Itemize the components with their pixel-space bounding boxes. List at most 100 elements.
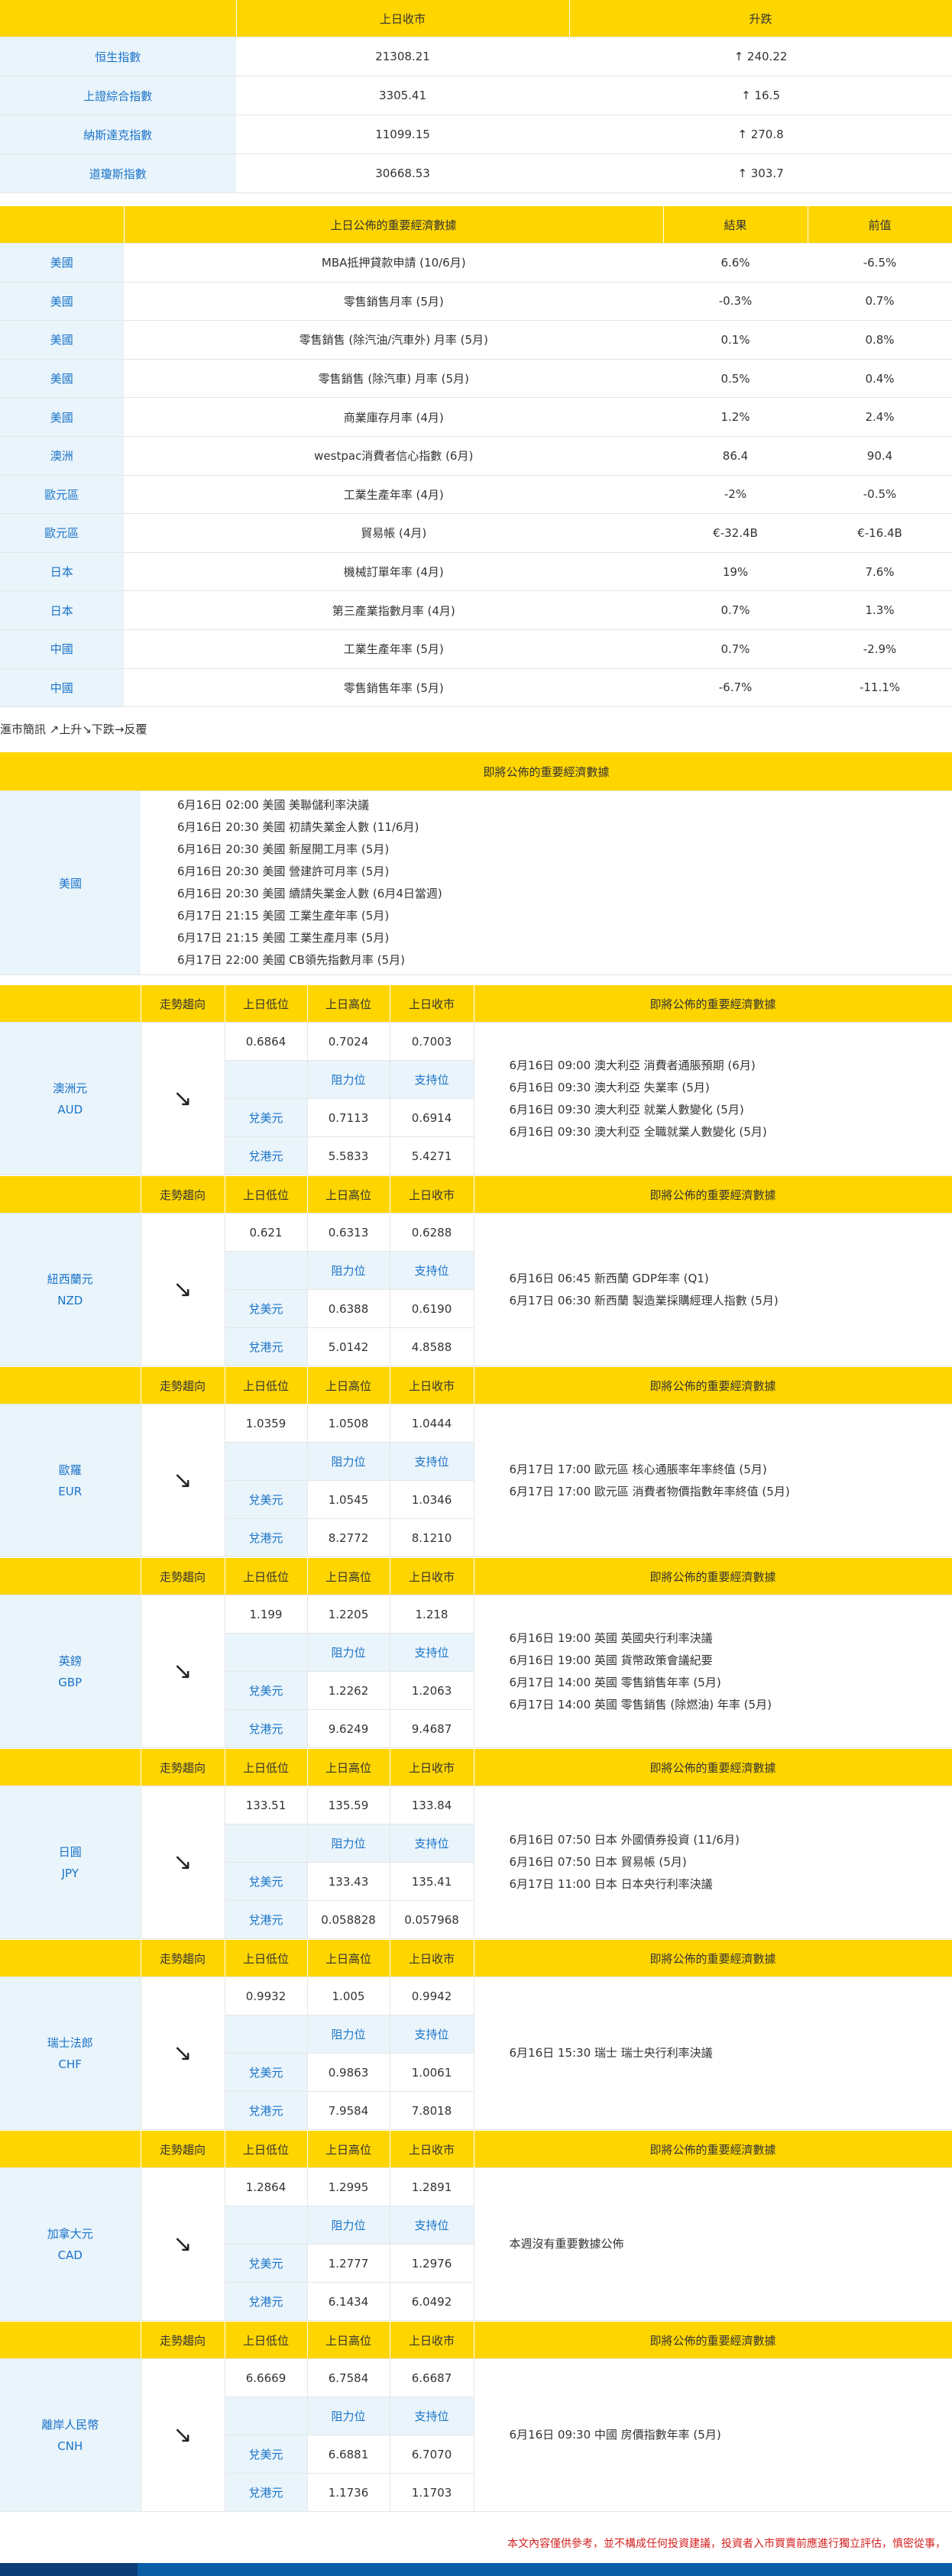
upcoming-us-events: 6月16日 02:00 美國 美聯儲利率決議 6月16日 20:30 美國 初請失… bbox=[141, 790, 952, 975]
currency-header-trend: 走勢趨向 bbox=[141, 1367, 225, 1404]
currency-name-cell[interactable]: 日圓 JPY bbox=[0, 1786, 141, 1939]
resistance-label: 阻力位 bbox=[307, 1442, 390, 1481]
hkd-support: 8.1210 bbox=[390, 1518, 474, 1557]
economic-region[interactable]: 美國 bbox=[0, 397, 125, 437]
hkd-resistance: 9.6249 bbox=[307, 1709, 390, 1748]
vs-usd-label: 兌美元 bbox=[225, 2435, 308, 2474]
currency-name-cell[interactable]: 離岸人民幣 CNH bbox=[0, 2358, 141, 2512]
currency-high: 6.7584 bbox=[307, 2358, 390, 2397]
hkd-resistance: 1.1736 bbox=[307, 2473, 390, 2512]
currency-event: 6月17日 14:00 英國 零售銷售 (除燃油) 年率 (5月) bbox=[509, 1697, 772, 1711]
support-label: 支持位 bbox=[390, 2015, 474, 2054]
currency-name-cell[interactable]: 英鎊 GBP bbox=[0, 1595, 141, 1748]
currency-name: 紐西蘭元 bbox=[47, 1272, 93, 1286]
currency-header-close: 上日收市 bbox=[390, 1940, 474, 1977]
vs-hkd-label: 兌港元 bbox=[225, 1136, 308, 1175]
index-row: 納斯達克指數 11099.15 ↑ 270.8 bbox=[0, 115, 952, 154]
index-name[interactable]: 納斯達克指數 bbox=[0, 115, 237, 154]
economic-row: 美國 MBA抵押貸款申請 (10/6月) 6.6% -6.5% bbox=[0, 243, 952, 283]
economic-result: 0.5% bbox=[663, 359, 808, 399]
currency-event: 6月16日 19:00 英國 貨幣政策會議紀要 bbox=[509, 1653, 713, 1667]
economic-row: 日本 第三產業指數月率 (4月) 0.7% 1.3% bbox=[0, 590, 952, 630]
economic-prev: -2.9% bbox=[808, 629, 952, 669]
trend-arrow-icon: ↘ bbox=[141, 1976, 225, 2130]
currency-header-close: 上日收市 bbox=[390, 2322, 474, 2359]
currency-events-cell: 本週沒有重要數據公佈 bbox=[474, 2167, 952, 2321]
economic-row: 日本 機械訂單年率 (4月) 19% 7.6% bbox=[0, 552, 952, 592]
currency-header-blank bbox=[0, 985, 141, 1023]
currency-low: 1.0359 bbox=[225, 1404, 308, 1443]
usd-resistance: 0.7113 bbox=[307, 1098, 390, 1137]
economic-item: 商業庫存月率 (4月) bbox=[124, 397, 663, 437]
resistance-label: 阻力位 bbox=[307, 1824, 390, 1863]
index-name[interactable]: 上證綜合指數 bbox=[0, 76, 237, 115]
currency-table-aud: 走勢趨向 上日低位 上日高位 上日收市 即將公佈的重要經濟數據 澳洲元 AUD ↘ 0.6864… bbox=[0, 985, 952, 1175]
currency-header-events: 即將公佈的重要經濟數據 bbox=[474, 985, 952, 1023]
currency-high: 1.0508 bbox=[307, 1404, 390, 1443]
currency-header-row: 走勢趨向 上日低位 上日高位 上日收市 即將公佈的重要經濟數據 bbox=[0, 1749, 952, 1786]
currency-event: 6月16日 15:30 瑞士 瑞士央行利率決議 bbox=[509, 2046, 713, 2060]
economic-result: -6.7% bbox=[663, 668, 808, 708]
currency-name-cell[interactable]: 加拿大元 CAD bbox=[0, 2167, 141, 2321]
currency-close: 1.0444 bbox=[390, 1404, 474, 1443]
currency-name-cell[interactable]: 歐羅 EUR bbox=[0, 1404, 141, 1557]
currency-name: 離岸人民幣 bbox=[41, 2417, 99, 2432]
economic-region[interactable]: 歐元區 bbox=[0, 475, 125, 515]
index-name[interactable]: 道瓊斯指數 bbox=[0, 154, 237, 193]
vs-usd-label: 兌美元 bbox=[225, 2053, 308, 2092]
currency-code: JPY bbox=[61, 1866, 79, 1880]
vs-usd-label: 兌美元 bbox=[225, 1671, 308, 1710]
currency-header-trend: 走勢趨向 bbox=[141, 1176, 225, 1214]
economic-result: 86.4 bbox=[663, 436, 808, 476]
upcoming-us-header-row: 即將公佈的重要經濟數據 bbox=[0, 752, 952, 791]
economic-row: 中國 零售銷售年率 (5月) -6.7% -11.1% bbox=[0, 668, 952, 708]
economic-region[interactable]: 美國 bbox=[0, 320, 125, 360]
economic-region[interactable]: 美國 bbox=[0, 282, 125, 322]
economic-prev: 1.3% bbox=[808, 590, 952, 630]
upcoming-us-event: 6月17日 22:00 美國 CB領先指數月率 (5月) bbox=[177, 953, 405, 967]
currency-events-cell: 6月16日 06:45 新西蘭 GDP年率 (Q1) 6月17日 06:30 新西… bbox=[474, 1213, 952, 1366]
economic-region[interactable]: 中國 bbox=[0, 629, 125, 669]
usd-support: 0.6190 bbox=[390, 1289, 474, 1328]
economic-header-result: 結果 bbox=[663, 206, 808, 244]
currency-code: CNH bbox=[57, 2439, 83, 2453]
economic-region[interactable]: 美國 bbox=[0, 359, 125, 399]
index-row: 道瓊斯指數 30668.53 ↑ 303.7 bbox=[0, 154, 952, 193]
economic-region[interactable]: 日本 bbox=[0, 590, 125, 630]
currency-header-trend: 走勢趨向 bbox=[141, 1558, 225, 1595]
index-row: 恒生指數 21308.21 ↑ 240.22 bbox=[0, 37, 952, 76]
upcoming-us-event: 6月16日 20:30 美國 營建許可月率 (5月) bbox=[177, 865, 390, 878]
economic-prev: 0.7% bbox=[808, 282, 952, 322]
economic-item: 機械訂單年率 (4月) bbox=[124, 552, 663, 592]
currency-level-blank bbox=[225, 1251, 308, 1290]
economic-row: 美國 零售銷售月率 (5月) -0.3% 0.7% bbox=[0, 282, 952, 322]
economic-region[interactable]: 中國 bbox=[0, 668, 125, 708]
currency-event: 6月16日 09:30 澳大利亞 失業率 (5月) bbox=[509, 1080, 710, 1094]
footer-accent bbox=[0, 2563, 138, 2576]
economic-header-prev: 前值 bbox=[808, 206, 952, 244]
economic-region[interactable]: 日本 bbox=[0, 552, 125, 592]
currency-event: 6月17日 06:30 新西蘭 製造業採購經理人指數 (5月) bbox=[509, 1293, 779, 1307]
currency-name-cell[interactable]: 瑞士法郎 CHF bbox=[0, 1976, 141, 2130]
hkd-resistance: 8.2772 bbox=[307, 1518, 390, 1557]
trend-arrow-icon: ↘ bbox=[141, 1022, 225, 1175]
currency-code: CAD bbox=[57, 2248, 83, 2262]
economic-region[interactable]: 歐元區 bbox=[0, 513, 125, 553]
economic-item: MBA抵押貸款申請 (10/6月) bbox=[124, 243, 663, 283]
currency-name-cell[interactable]: 紐西蘭元 NZD bbox=[0, 1213, 141, 1366]
index-name[interactable]: 恒生指數 bbox=[0, 37, 237, 76]
economic-region[interactable]: 澳洲 bbox=[0, 436, 125, 476]
economic-region[interactable]: 美國 bbox=[0, 243, 125, 283]
vs-hkd-label: 兌港元 bbox=[225, 1327, 308, 1366]
upcoming-us-region[interactable]: 美國 bbox=[0, 790, 141, 975]
currency-high: 1.005 bbox=[307, 1976, 390, 2015]
currency-name-cell[interactable]: 澳洲元 AUD bbox=[0, 1022, 141, 1175]
economic-result: 0.7% bbox=[663, 629, 808, 669]
economic-item: 工業生產年率 (5月) bbox=[124, 629, 663, 669]
usd-support: 1.2063 bbox=[390, 1671, 474, 1710]
vs-hkd-label: 兌港元 bbox=[225, 1900, 308, 1939]
hkd-resistance: 6.1434 bbox=[307, 2282, 390, 2321]
index-change: ↑ 16.5 bbox=[569, 76, 952, 115]
currency-low: 1.2864 bbox=[225, 2167, 308, 2206]
support-label: 支持位 bbox=[390, 2206, 474, 2245]
